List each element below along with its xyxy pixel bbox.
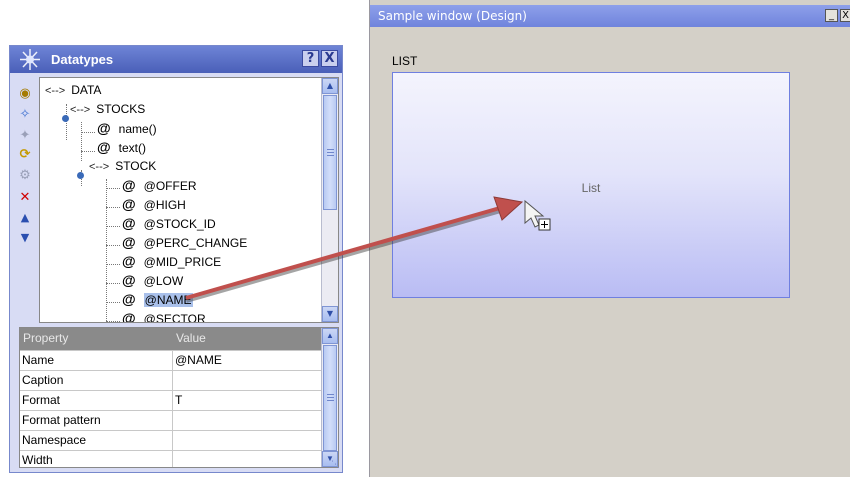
datatypes-titlebar[interactable]: Datatypes ? X [10,46,342,73]
delete-icon[interactable]: ✕ [18,191,32,205]
tree-item[interactable]: @ text() [97,138,146,157]
datatypes-logo-icon [20,49,40,70]
tree-item[interactable]: @ @LOW [122,271,183,290]
scroll-up-icon[interactable]: ▲ [322,78,338,94]
value-column-header: Value [176,331,206,345]
scroll-thumb[interactable] [323,345,337,451]
add-icon[interactable]: ✧ [18,108,32,122]
sample-window-title: Sample window (Design) [378,9,527,23]
attribute-icon: @ [122,196,136,212]
tree-item[interactable]: @ @OFFER [122,176,197,195]
attribute-icon: @ [97,120,111,136]
attribute-icon: @ [122,253,136,269]
element-icon: <--> [89,161,110,173]
tree-item[interactable]: @ @PERC_CHANGE [122,233,247,252]
attribute-icon: @ [122,234,136,250]
tree-item[interactable]: <--> STOCKS [70,100,145,119]
tree-item[interactable]: @ @HIGH [122,195,186,214]
scroll-thumb[interactable] [323,95,337,210]
attribute-icon: @ [122,310,136,323]
drag-copy-cursor-icon [524,199,551,231]
minimize-button[interactable]: _ [825,9,838,22]
tree-scrollbar[interactable]: ▲ ▼ [321,78,338,322]
attribute-icon: @ [122,272,136,288]
scroll-up-icon[interactable]: ▲ [322,328,338,344]
settings-icon[interactable]: ⚙ [18,169,32,183]
sample-window: Sample window (Design) _ X LIST List [369,0,850,477]
tree-item[interactable]: @ @MID_PRICE [122,252,221,271]
move-down-icon[interactable]: ▼ [18,231,32,245]
datatypes-close-button[interactable]: X [321,50,338,67]
property-row[interactable]: Caption [20,370,323,391]
cut-icon[interactable]: ✦ [18,129,32,143]
property-row[interactable]: Format T [20,390,323,411]
refresh-icon[interactable]: ⟳ [18,148,32,162]
close-button[interactable]: X [840,9,850,22]
datatypes-title: Datatypes [51,52,114,67]
move-up-icon[interactable]: ▲ [18,211,32,225]
properties-header: Property Value [20,328,323,350]
attribute-icon: @ [97,139,111,155]
property-row[interactable]: Namespace [20,430,323,451]
help-button[interactable]: ? [302,50,319,67]
list-caption: LIST [392,54,418,68]
datatypes-panel: Datatypes ? X ◉ ✧ ✦ ⟳ ⚙ ✕ ▲ ▼ <-->DATA [9,45,343,473]
attribute-icon: @ [122,177,136,193]
tree-item[interactable]: <--> DATA [45,81,101,100]
scroll-down-icon[interactable]: ▼ [322,306,338,322]
attribute-icon: @ [122,215,136,231]
datatypes-tree[interactable]: <--> DATA <--> STOCKS @ name() @ text() <-->… [39,77,339,323]
tree-item[interactable]: @ name() [97,119,157,138]
property-row[interactable]: Width [20,450,323,467]
datatypes-toolbar: ◉ ✧ ✦ ⟳ ⚙ ✕ ▲ ▼ [10,73,39,313]
expander-stocks-icon[interactable] [62,115,69,122]
tree-item[interactable]: @ @SECTOR [122,309,206,323]
tree-item[interactable]: @ @STOCK_ID [122,214,216,233]
property-row[interactable]: Name @NAME [20,350,323,371]
sample-window-titlebar[interactable]: Sample window (Design) _ X [370,5,850,27]
element-icon: <--> [45,85,66,97]
element-icon: <--> [70,104,91,116]
properties-grid: Property Value Name @NAME Caption Format… [19,327,339,468]
property-column-header: Property [23,331,69,345]
property-row[interactable]: Format pattern [20,410,323,431]
attribute-icon: @ [122,291,136,307]
resize-grip-icon[interactable]: ⋱ [331,460,340,470]
list-control[interactable]: List [392,72,790,298]
list-placeholder-text: List [581,181,601,195]
tree-item[interactable]: <--> STOCK [89,157,156,176]
properties-scrollbar[interactable]: ▲ ▼ [321,328,338,467]
find-icon[interactable]: ◉ [18,87,32,101]
expander-stock-icon[interactable] [77,172,84,179]
tree-item-selected[interactable]: @ @NAME [122,290,193,309]
